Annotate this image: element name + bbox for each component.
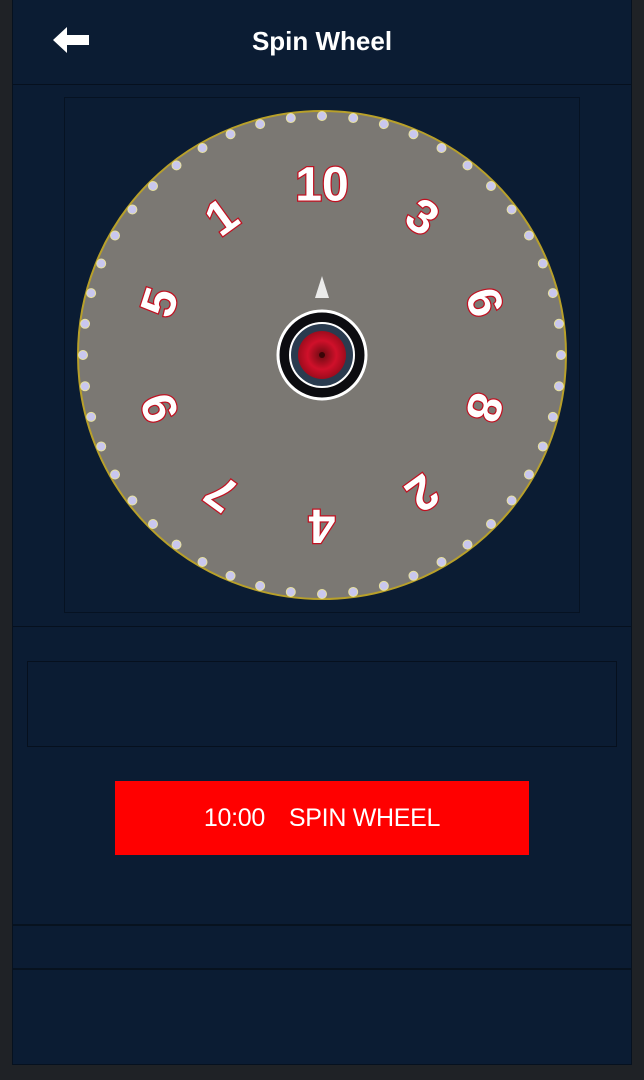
rim-stud [462,160,473,171]
page-title: Spin Wheel [251,26,393,56]
spin-wheel-container: 10 3 6 8 2 4 7 9 5 1 [64,97,580,613]
rim-stud [485,518,496,529]
rim-stud [225,129,236,140]
wheel-area: 10 3 6 8 2 4 7 9 5 1 [13,86,631,627]
rim-stud [462,539,473,550]
rim-stud [171,539,182,550]
rim-stud [378,119,389,130]
wheel-segment-label: 4 [308,499,335,552]
rim-stud [285,113,296,124]
rim-stud [171,160,182,171]
rim-stud [547,288,558,299]
countdown-timer: 10:00 [203,803,265,832]
rim-stud [523,230,534,241]
rim-stud [537,441,548,452]
rim-stud [348,113,359,124]
rim-stud [127,495,138,506]
rim-stud [78,350,88,360]
rim-stud [556,350,566,360]
rim-stud [148,181,159,192]
rim-stud [436,143,447,154]
rim-stud [127,204,138,215]
divider [13,924,631,926]
rim-stud [408,570,419,581]
rim-stud [148,518,159,529]
rim-stud [537,258,548,269]
rim-stud [86,411,97,422]
rim-stud [553,381,564,392]
rim-stud [225,570,236,581]
rim-stud [110,230,121,241]
rim-stud [255,119,266,130]
rim-stud [506,204,517,215]
rim-stud [378,580,389,591]
result-display [27,661,617,747]
rim-stud [255,580,266,591]
app-frame: Spin Wheel 10 3 6 8 2 4 7 9 5 1 10:00 SP… [12,0,632,1065]
rim-stud [96,258,107,269]
rim-stud [110,469,121,480]
rim-stud [317,111,327,121]
rim-stud [348,586,359,597]
rim-stud [86,288,97,299]
rim-stud [80,381,91,392]
rim-stud [285,586,296,597]
rim-stud [408,129,419,140]
rim-stud [506,495,517,506]
app-header: Spin Wheel [13,0,631,85]
rim-stud [523,469,534,480]
rim-stud [197,556,208,567]
rim-stud [436,556,447,567]
rim-stud [80,318,91,329]
spin-button-label: SPIN WHEEL [288,803,441,832]
spin-wheel-button[interactable]: 10:00 SPIN WHEEL [115,781,529,855]
wheel-segment-label: 10 [295,159,348,212]
divider [13,968,631,970]
rim-stud [317,589,327,599]
rim-stud [553,318,564,329]
rim-stud [485,181,496,192]
rim-stud [197,143,208,154]
rim-stud [547,411,558,422]
spin-wheel: 10368247951 [77,110,567,600]
rim-stud [96,441,107,452]
